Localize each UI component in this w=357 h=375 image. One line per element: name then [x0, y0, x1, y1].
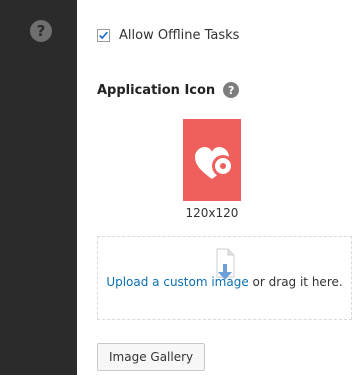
allow-offline-tasks-row[interactable]: Allow Offline Tasks — [97, 28, 239, 43]
icon-size-label: 120x120 — [185, 206, 239, 220]
drag-here-text: or drag it here. — [248, 275, 343, 289]
upload-custom-image-link[interactable]: Upload a custom image — [106, 275, 248, 289]
sidebar: ? — [0, 0, 77, 375]
application-icon-heading: Application Icon ? — [97, 82, 240, 98]
heart-gear-icon — [195, 147, 234, 179]
checkmark-icon — [99, 31, 108, 40]
application-icon-preview[interactable] — [183, 119, 241, 201]
application-icon-title: Application Icon — [97, 82, 216, 98]
allow-offline-tasks-checkbox[interactable] — [97, 29, 110, 42]
help-icon[interactable]: ? — [223, 82, 240, 98]
upload-instructions: Upload a custom image or drag it here. — [98, 275, 351, 289]
help-icon[interactable]: ? — [30, 20, 52, 42]
image-gallery-button[interactable]: Image Gallery — [97, 343, 206, 371]
allow-offline-tasks-label: Allow Offline Tasks — [119, 28, 240, 43]
upload-drop-zone[interactable]: Upload a custom image or drag it here. — [97, 236, 352, 320]
